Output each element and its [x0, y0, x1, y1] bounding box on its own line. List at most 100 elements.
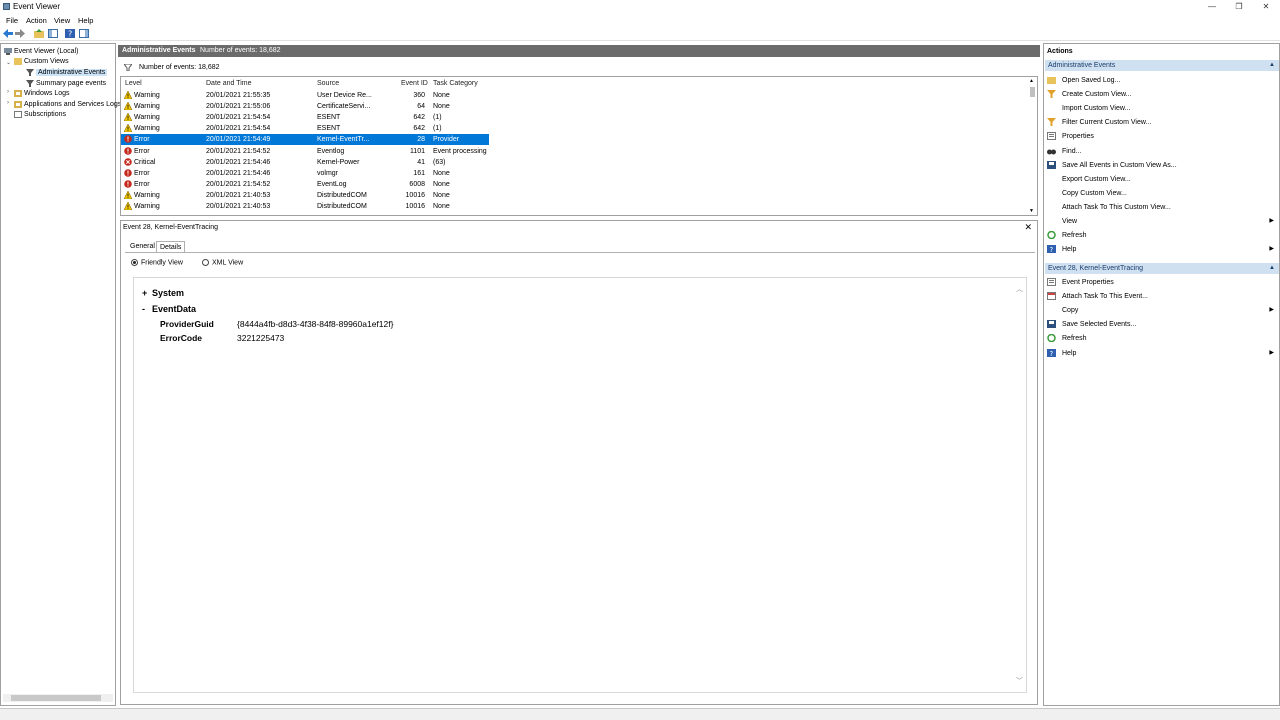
close-icon[interactable]: ✕ — [1024, 222, 1032, 233]
error-icon — [124, 146, 132, 155]
menu-action[interactable]: Action — [26, 16, 47, 25]
action-label: Import Custom View... — [1062, 105, 1131, 113]
event-date-time: 20/01/2021 21:54:49 — [206, 136, 271, 144]
actions-section-administrative-events[interactable]: Administrative Events ▲ — [1045, 60, 1279, 71]
action-label: Find... — [1062, 147, 1082, 155]
event-task-category: (1) — [433, 125, 442, 133]
action-label: Copy — [1062, 307, 1079, 315]
event-date-time: 20/01/2021 21:40:53 — [206, 203, 271, 210]
event-row[interactable]: Warning 20/01/2021 21:40:53 DistributedCOM… — [121, 190, 489, 201]
event-date-time: 20/01/2021 21:40:53 — [206, 191, 271, 199]
actions-section-event-28[interactable]: Event 28, Kernel-EventTracing ▲ — [1045, 263, 1279, 274]
save-icon — [1047, 160, 1056, 169]
menu-view[interactable]: View — [54, 16, 70, 25]
svg-text:?: ? — [1050, 246, 1054, 253]
action-help[interactable]: ? Help ▶ — [1047, 243, 1277, 255]
tree-horizontal-scrollbar[interactable] — [3, 694, 113, 702]
tree-item-event-viewer-local[interactable]: Event Viewer (Local) — [4, 47, 78, 56]
event-row[interactable]: Critical 20/01/2021 21:54:46 Kernel-Power 4… — [121, 157, 489, 168]
event-row[interactable]: Error 20/01/2021 21:54:49 Kernel-EventTr..… — [121, 134, 489, 146]
tab-general[interactable]: General — [127, 241, 158, 252]
action-view[interactable]: View ▶ — [1047, 215, 1277, 227]
tree-item-administrative-events[interactable]: Administrative Events — [26, 68, 108, 77]
grid-vertical-scrollbar[interactable]: ▲ ▼ — [1029, 78, 1036, 214]
scrollbar-thumb[interactable] — [11, 695, 101, 701]
back-arrow-icon[interactable] — [3, 29, 13, 38]
action-attach-task-to-this-custom-view[interactable]: Attach Task To This Custom View... — [1047, 201, 1277, 213]
chevron-down-icon[interactable]: ⌄ — [6, 59, 11, 66]
event-id: 642 — [413, 114, 425, 122]
column-header-level[interactable]: Level — [125, 80, 142, 87]
action-copy[interactable]: Copy ▶ — [1047, 304, 1277, 316]
forward-arrow-icon[interactable] — [15, 29, 25, 38]
tree-item-summary-page-events[interactable]: Summary page events — [26, 79, 106, 88]
action-import-custom-view[interactable]: Import Custom View... — [1047, 102, 1277, 114]
up-folder-icon[interactable] — [34, 29, 44, 38]
event-row[interactable]: Warning 20/01/2021 21:40:53 DistributedCOM… — [121, 201, 489, 212]
action-create-custom-view[interactable]: Create Custom View... — [1047, 88, 1277, 100]
folder-icon — [14, 57, 22, 65]
event-row[interactable]: Warning 20/01/2021 21:54:54 ESENT 642 (1) — [121, 123, 489, 134]
filter-icon — [26, 79, 34, 87]
chevron-right-icon[interactable]: › — [7, 100, 9, 106]
collapse-icon[interactable]: ▲ — [1269, 265, 1275, 271]
help-icon[interactable]: ? — [65, 29, 75, 38]
help-icon: ? — [1047, 348, 1056, 358]
event-row[interactable]: Warning 20/01/2021 21:54:54 ESENT 642 (1) — [121, 112, 489, 123]
scrollbar-thumb[interactable] — [1030, 87, 1035, 97]
event-date-time: 20/01/2021 21:54:54 — [206, 125, 271, 133]
help-icon: ? — [1047, 245, 1056, 254]
action-open-saved-log[interactable]: Open Saved Log... — [1047, 74, 1277, 86]
action-attach-task-to-this-event[interactable]: Attach Task To This Event... — [1047, 290, 1277, 302]
action-save-selected-events[interactable]: Save Selected Events... — [1047, 318, 1277, 330]
event-row[interactable]: Warning 20/01/2021 21:55:35 User Device Re… — [121, 90, 489, 101]
scroll-up-icon[interactable]: ︿ — [1016, 284, 1023, 294]
menu-help[interactable]: Help — [78, 16, 93, 25]
eventdata-expander[interactable]: - — [142, 304, 145, 314]
action-save-all-events-in-custom-view-as[interactable]: Save All Events in Custom View As... — [1047, 159, 1277, 171]
action-refresh[interactable]: Refresh — [1047, 332, 1277, 344]
chevron-right-icon[interactable]: › — [7, 89, 9, 95]
event-id: 28 — [417, 136, 425, 144]
collapse-icon[interactable]: ▲ — [1269, 62, 1275, 68]
show-hide-tree-icon[interactable] — [48, 29, 58, 38]
filter-bar: Number of events: 18,682 — [120, 61, 1038, 74]
scroll-down-icon[interactable]: ▼ — [1029, 208, 1034, 214]
tree-item-subscriptions[interactable]: Subscriptions — [14, 110, 66, 119]
eventdata-node-label: EventData — [152, 304, 197, 314]
column-header-source[interactable]: Source — [317, 80, 339, 87]
column-header-task-category[interactable]: Task Category — [433, 80, 478, 87]
restore-button[interactable]: ❐ — [1230, 1, 1248, 12]
scroll-up-icon[interactable]: ▲ — [1029, 78, 1034, 84]
system-expander[interactable]: + — [142, 288, 147, 298]
warning-icon — [123, 90, 133, 100]
tree-item-applications-services-logs[interactable]: Applications and Services Logs — [14, 100, 121, 109]
action-properties[interactable]: Properties — [1047, 130, 1277, 142]
action-help[interactable]: ? Help ▶ — [1047, 347, 1277, 359]
event-row[interactable]: Error 20/01/2021 21:54:46 volmgr 161 None — [121, 168, 489, 179]
action-find[interactable]: Find... — [1047, 145, 1277, 157]
event-row[interactable]: Error 20/01/2021 21:54:52 EventLog 6008 None — [121, 179, 489, 190]
action-export-custom-view[interactable]: Export Custom View... — [1047, 173, 1277, 185]
action-refresh[interactable]: Refresh — [1047, 229, 1277, 241]
warning-icon — [123, 123, 133, 133]
tab-details[interactable]: Details — [156, 241, 186, 252]
close-window-button[interactable]: ✕ — [1257, 1, 1275, 12]
action-copy-custom-view[interactable]: Copy Custom View... — [1047, 187, 1277, 199]
action-label: Attach Task To This Event... — [1062, 293, 1148, 301]
column-header-date-time[interactable]: Date and Time — [206, 80, 252, 87]
event-row[interactable]: Warning 20/01/2021 21:55:06 CertificateSer… — [121, 101, 489, 112]
scroll-down-icon[interactable]: ﹀ — [1016, 676, 1023, 686]
friendly-view-radio[interactable]: Friendly View — [131, 259, 183, 266]
action-label: Help — [1062, 246, 1077, 254]
action-event-properties[interactable]: Event Properties — [1047, 276, 1277, 288]
tree-item-custom-views[interactable]: Custom Views — [14, 57, 69, 66]
event-row[interactable]: Error 20/01/2021 21:54:52 Eventlog 1101 Even… — [121, 146, 489, 157]
menu-file[interactable]: File — [6, 16, 18, 25]
column-header-event-id[interactable]: Event ID — [401, 80, 428, 87]
minimize-button[interactable]: — — [1203, 1, 1221, 12]
tree-item-windows-logs[interactable]: Windows Logs — [14, 89, 70, 98]
show-hide-action-pane-icon[interactable] — [79, 29, 89, 38]
xml-view-radio[interactable]: XML View — [202, 259, 243, 266]
action-filter-current-custom-view[interactable]: Filter Current Custom View... — [1047, 116, 1277, 128]
